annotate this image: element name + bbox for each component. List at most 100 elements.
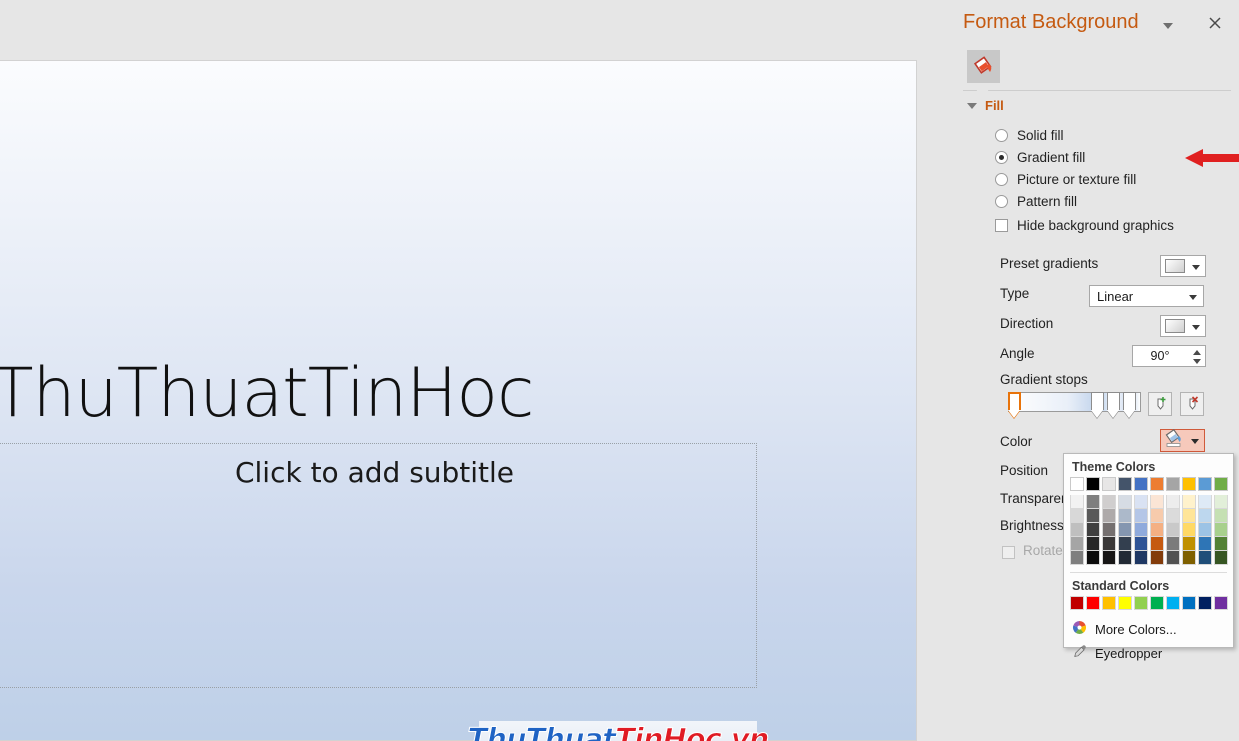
- theme-color-variant-swatch[interactable]: [1150, 495, 1164, 509]
- standard-color-swatch[interactable]: [1150, 596, 1164, 610]
- menu-item-eyedropper[interactable]: Eyedropper: [1064, 641, 1233, 665]
- theme-color-variant-swatch[interactable]: [1118, 551, 1132, 565]
- theme-color-variant-swatch[interactable]: [1118, 537, 1132, 551]
- checkbox-hide-background-graphics[interactable]: Hide background graphics: [995, 218, 1174, 233]
- theme-color-variant-swatch[interactable]: [1150, 551, 1164, 565]
- theme-color-variant-swatch[interactable]: [1182, 495, 1196, 509]
- chevron-down-icon[interactable]: [1160, 18, 1176, 32]
- spinner-up-icon[interactable]: [1191, 348, 1202, 356]
- theme-color-variant-swatch[interactable]: [1102, 495, 1116, 509]
- theme-color-variant-swatch[interactable]: [1198, 537, 1212, 551]
- standard-color-swatch[interactable]: [1086, 596, 1100, 610]
- theme-color-variant-swatch[interactable]: [1166, 523, 1180, 537]
- theme-color-variant-swatch[interactable]: [1150, 523, 1164, 537]
- subtitle-placeholder[interactable]: Click to add subtitle: [0, 443, 757, 688]
- theme-color-variant-swatch[interactable]: [1070, 523, 1084, 537]
- theme-color-variant-swatch[interactable]: [1134, 551, 1148, 565]
- theme-color-variant-swatch[interactable]: [1118, 523, 1132, 537]
- direction-dropdown[interactable]: [1160, 315, 1206, 337]
- theme-color-variant-swatch[interactable]: [1214, 537, 1228, 551]
- theme-color-variant-swatch[interactable]: [1198, 551, 1212, 565]
- theme-color-variant-swatch[interactable]: [1070, 551, 1084, 565]
- theme-color-variant-swatch[interactable]: [1198, 509, 1212, 523]
- theme-color-variant-swatch[interactable]: [1070, 537, 1084, 551]
- radio-gradient-fill[interactable]: Gradient fill: [995, 150, 1085, 165]
- add-gradient-stop-button[interactable]: [1148, 392, 1172, 416]
- theme-color-variant-swatch[interactable]: [1070, 495, 1084, 509]
- gradient-stop-handle[interactable]: [1123, 392, 1136, 418]
- theme-color-swatch[interactable]: [1118, 477, 1132, 491]
- menu-item-more-colors[interactable]: More Colors...: [1064, 617, 1233, 641]
- theme-color-variant-swatch[interactable]: [1182, 523, 1196, 537]
- standard-colors-row[interactable]: [1070, 596, 1233, 610]
- theme-color-variant-swatch[interactable]: [1150, 509, 1164, 523]
- theme-color-swatch[interactable]: [1198, 477, 1212, 491]
- theme-color-variant-swatch[interactable]: [1214, 495, 1228, 509]
- standard-color-swatch[interactable]: [1070, 596, 1084, 610]
- standard-color-swatch[interactable]: [1102, 596, 1116, 610]
- theme-color-variant-swatch[interactable]: [1118, 509, 1132, 523]
- gradient-stop-handle[interactable]: [1107, 392, 1120, 418]
- theme-color-variant-swatch[interactable]: [1182, 537, 1196, 551]
- preset-gradients-dropdown[interactable]: [1160, 255, 1206, 277]
- theme-color-variant-swatch[interactable]: [1134, 509, 1148, 523]
- theme-color-variant-swatch[interactable]: [1086, 509, 1100, 523]
- theme-colors-grid[interactable]: [1070, 477, 1233, 565]
- theme-color-variant-swatch[interactable]: [1086, 523, 1100, 537]
- angle-spinner[interactable]: 90°: [1132, 345, 1206, 367]
- fill-section-header[interactable]: Fill: [967, 98, 1004, 113]
- theme-color-swatch[interactable]: [1182, 477, 1196, 491]
- type-combobox[interactable]: Linear: [1089, 285, 1204, 307]
- theme-color-variant-swatch[interactable]: [1214, 551, 1228, 565]
- theme-color-variant-swatch[interactable]: [1214, 509, 1228, 523]
- theme-color-variant-swatch[interactable]: [1086, 495, 1100, 509]
- color-picker-button[interactable]: [1160, 428, 1205, 452]
- radio-pattern-fill[interactable]: Pattern fill: [995, 194, 1077, 209]
- theme-color-variant-swatch[interactable]: [1134, 523, 1148, 537]
- theme-color-variant-swatch[interactable]: [1102, 509, 1116, 523]
- spinner-down-icon[interactable]: [1191, 357, 1202, 365]
- gradient-stops-slider[interactable]: [1008, 392, 1141, 422]
- standard-color-swatch[interactable]: [1182, 596, 1196, 610]
- radio-solid-fill[interactable]: Solid fill: [995, 128, 1064, 143]
- theme-color-variant-swatch[interactable]: [1102, 523, 1116, 537]
- slide-surface[interactable]: ThuThuatTinHoc Click to add subtitle Thu…: [0, 60, 917, 741]
- theme-color-swatch[interactable]: [1134, 477, 1148, 491]
- theme-color-variant-swatch[interactable]: [1102, 537, 1116, 551]
- standard-color-swatch[interactable]: [1118, 596, 1132, 610]
- color-dropdown-menu[interactable]: Theme Colors Standard Colors More Colors…: [1063, 453, 1234, 661]
- theme-color-variant-swatch[interactable]: [1166, 537, 1180, 551]
- theme-color-swatch[interactable]: [1166, 477, 1180, 491]
- standard-color-swatch[interactable]: [1166, 596, 1180, 610]
- theme-color-variant-swatch[interactable]: [1070, 509, 1084, 523]
- standard-color-swatch[interactable]: [1214, 596, 1228, 610]
- theme-color-variant-swatch[interactable]: [1102, 551, 1116, 565]
- theme-color-variant-swatch[interactable]: [1214, 523, 1228, 537]
- gradient-stop-handle[interactable]: [1091, 392, 1104, 418]
- theme-color-variant-swatch[interactable]: [1166, 551, 1180, 565]
- theme-color-variant-swatch[interactable]: [1150, 537, 1164, 551]
- standard-color-swatch[interactable]: [1134, 596, 1148, 610]
- close-icon[interactable]: [1204, 13, 1226, 35]
- theme-color-swatch[interactable]: [1150, 477, 1164, 491]
- standard-color-swatch[interactable]: [1198, 596, 1212, 610]
- theme-color-swatch[interactable]: [1102, 477, 1116, 491]
- title-placeholder[interactable]: ThuThuatTinHoc: [0, 347, 552, 439]
- theme-color-variant-swatch[interactable]: [1182, 509, 1196, 523]
- theme-color-swatch[interactable]: [1086, 477, 1100, 491]
- theme-color-swatch[interactable]: [1070, 477, 1084, 491]
- fill-bucket-icon[interactable]: [967, 50, 1000, 83]
- theme-color-variant-swatch[interactable]: [1134, 495, 1148, 509]
- radio-picture-or-texture-fill[interactable]: Picture or texture fill: [995, 172, 1136, 187]
- theme-color-swatch[interactable]: [1214, 477, 1228, 491]
- theme-color-variant-swatch[interactable]: [1198, 495, 1212, 509]
- theme-color-variant-swatch[interactable]: [1086, 537, 1100, 551]
- gradient-stops-track[interactable]: [1008, 392, 1141, 412]
- theme-color-variant-swatch[interactable]: [1086, 551, 1100, 565]
- theme-color-variant-swatch[interactable]: [1166, 509, 1180, 523]
- theme-color-variant-swatch[interactable]: [1182, 551, 1196, 565]
- theme-color-variant-swatch[interactable]: [1118, 495, 1132, 509]
- theme-color-variant-swatch[interactable]: [1166, 495, 1180, 509]
- remove-gradient-stop-button[interactable]: [1180, 392, 1204, 416]
- theme-color-variant-swatch[interactable]: [1134, 537, 1148, 551]
